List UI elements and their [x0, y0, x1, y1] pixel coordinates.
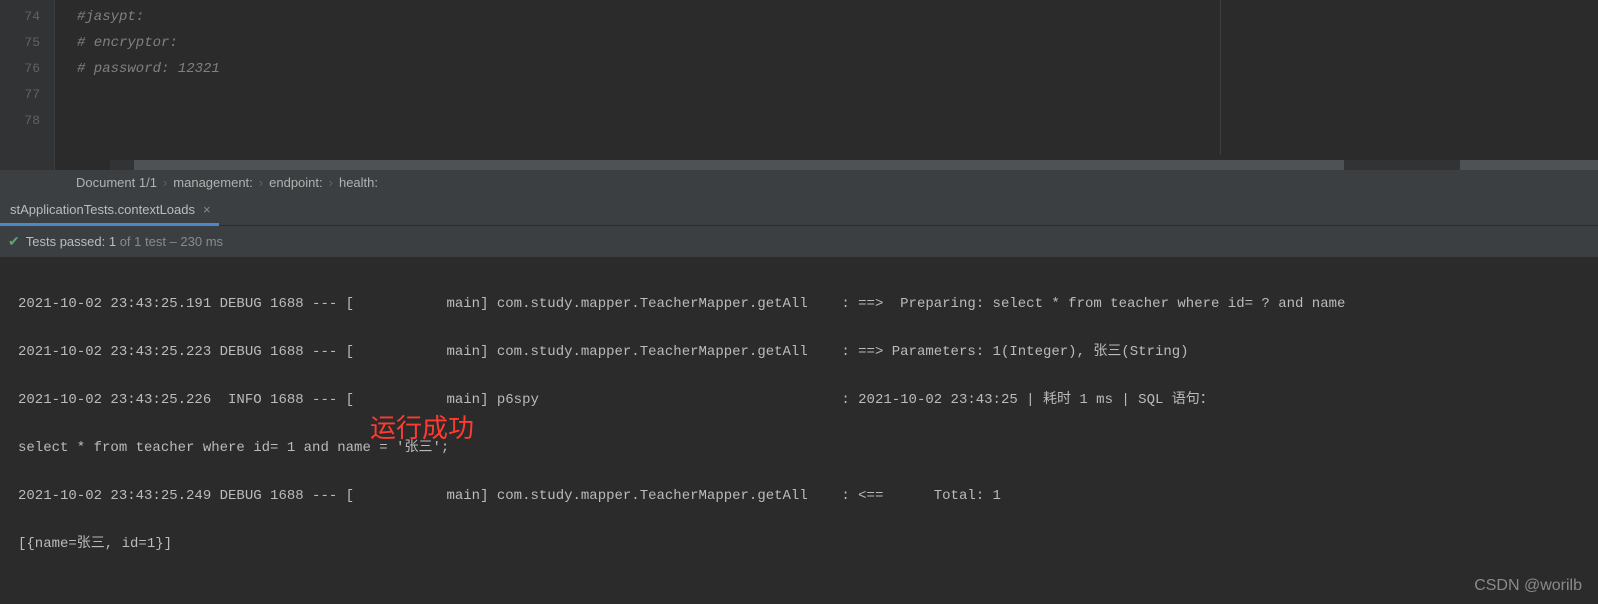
line-number: 76 — [0, 56, 40, 82]
breadcrumb: Document 1/1 › management: › endpoint: ›… — [0, 170, 1598, 196]
line-number: 78 — [0, 108, 40, 134]
code-line: # password: 12321 — [77, 56, 1598, 82]
code-line: # encryptor: — [77, 30, 1598, 56]
close-icon[interactable]: × — [203, 202, 211, 217]
breadcrumb-item[interactable]: endpoint: — [269, 170, 323, 196]
chevron-right-icon: › — [259, 170, 263, 196]
breadcrumb-item[interactable]: health: — [339, 170, 378, 196]
line-number: 77 — [0, 82, 40, 108]
chevron-right-icon: › — [329, 170, 333, 196]
console-line: 2021-10-02 23:43:25.191 DEBUG 1688 --- [… — [18, 292, 1580, 316]
editor-right-scroll-marker[interactable] — [1460, 160, 1598, 170]
console-line: [{name=张三, id=1}] — [18, 532, 1580, 556]
console-line: 2021-10-02 23:43:25.226 INFO 1688 --- [ … — [18, 388, 1580, 412]
tab-label: stApplicationTests.contextLoads — [10, 202, 195, 217]
success-annotation: 运行成功 — [370, 416, 474, 440]
watermark: CSDN @worilb — [1474, 577, 1582, 595]
tests-passed-count: 1 — [109, 234, 116, 249]
test-tab-bar: stApplicationTests.contextLoads × — [0, 196, 1598, 226]
editor-area: 74 75 76 77 78 #jasypt: # encryptor: # p… — [0, 0, 1598, 170]
check-icon: ✔ — [8, 233, 20, 250]
code-line: #jasypt: — [77, 4, 1598, 30]
line-number: 74 — [0, 4, 40, 30]
scrollbar-thumb[interactable] — [134, 160, 1344, 170]
tests-passed-suffix: of 1 test – 230 ms — [116, 234, 223, 249]
tests-passed-label: Tests passed: 1 of 1 test – 230 ms — [26, 234, 223, 249]
console-output[interactable]: 2021-10-02 23:43:25.191 DEBUG 1688 --- [… — [0, 258, 1598, 603]
editor-horizontal-scrollbar[interactable] — [110, 160, 1598, 170]
line-number: 75 — [0, 30, 40, 56]
console-line: select * from teacher where id= 1 and na… — [18, 436, 1580, 460]
tab-context-loads[interactable]: stApplicationTests.contextLoads × — [0, 196, 219, 226]
console-line: 2021-10-02 23:43:25.223 DEBUG 1688 --- [… — [18, 340, 1580, 364]
tests-passed-prefix: Tests passed: — [26, 234, 109, 249]
right-margin-guide — [1220, 0, 1221, 155]
line-number-gutter: 74 75 76 77 78 — [0, 0, 55, 170]
chevron-right-icon: › — [163, 170, 167, 196]
code-area[interactable]: #jasypt: # encryptor: # password: 12321 — [55, 0, 1598, 170]
breadcrumb-item[interactable]: management: — [173, 170, 253, 196]
breadcrumb-item[interactable]: Document 1/1 — [76, 170, 157, 196]
test-status-bar: ✔ Tests passed: 1 of 1 test – 230 ms — [0, 226, 1598, 258]
console-line: 2021-10-02 23:43:25.249 DEBUG 1688 --- [… — [18, 484, 1580, 508]
